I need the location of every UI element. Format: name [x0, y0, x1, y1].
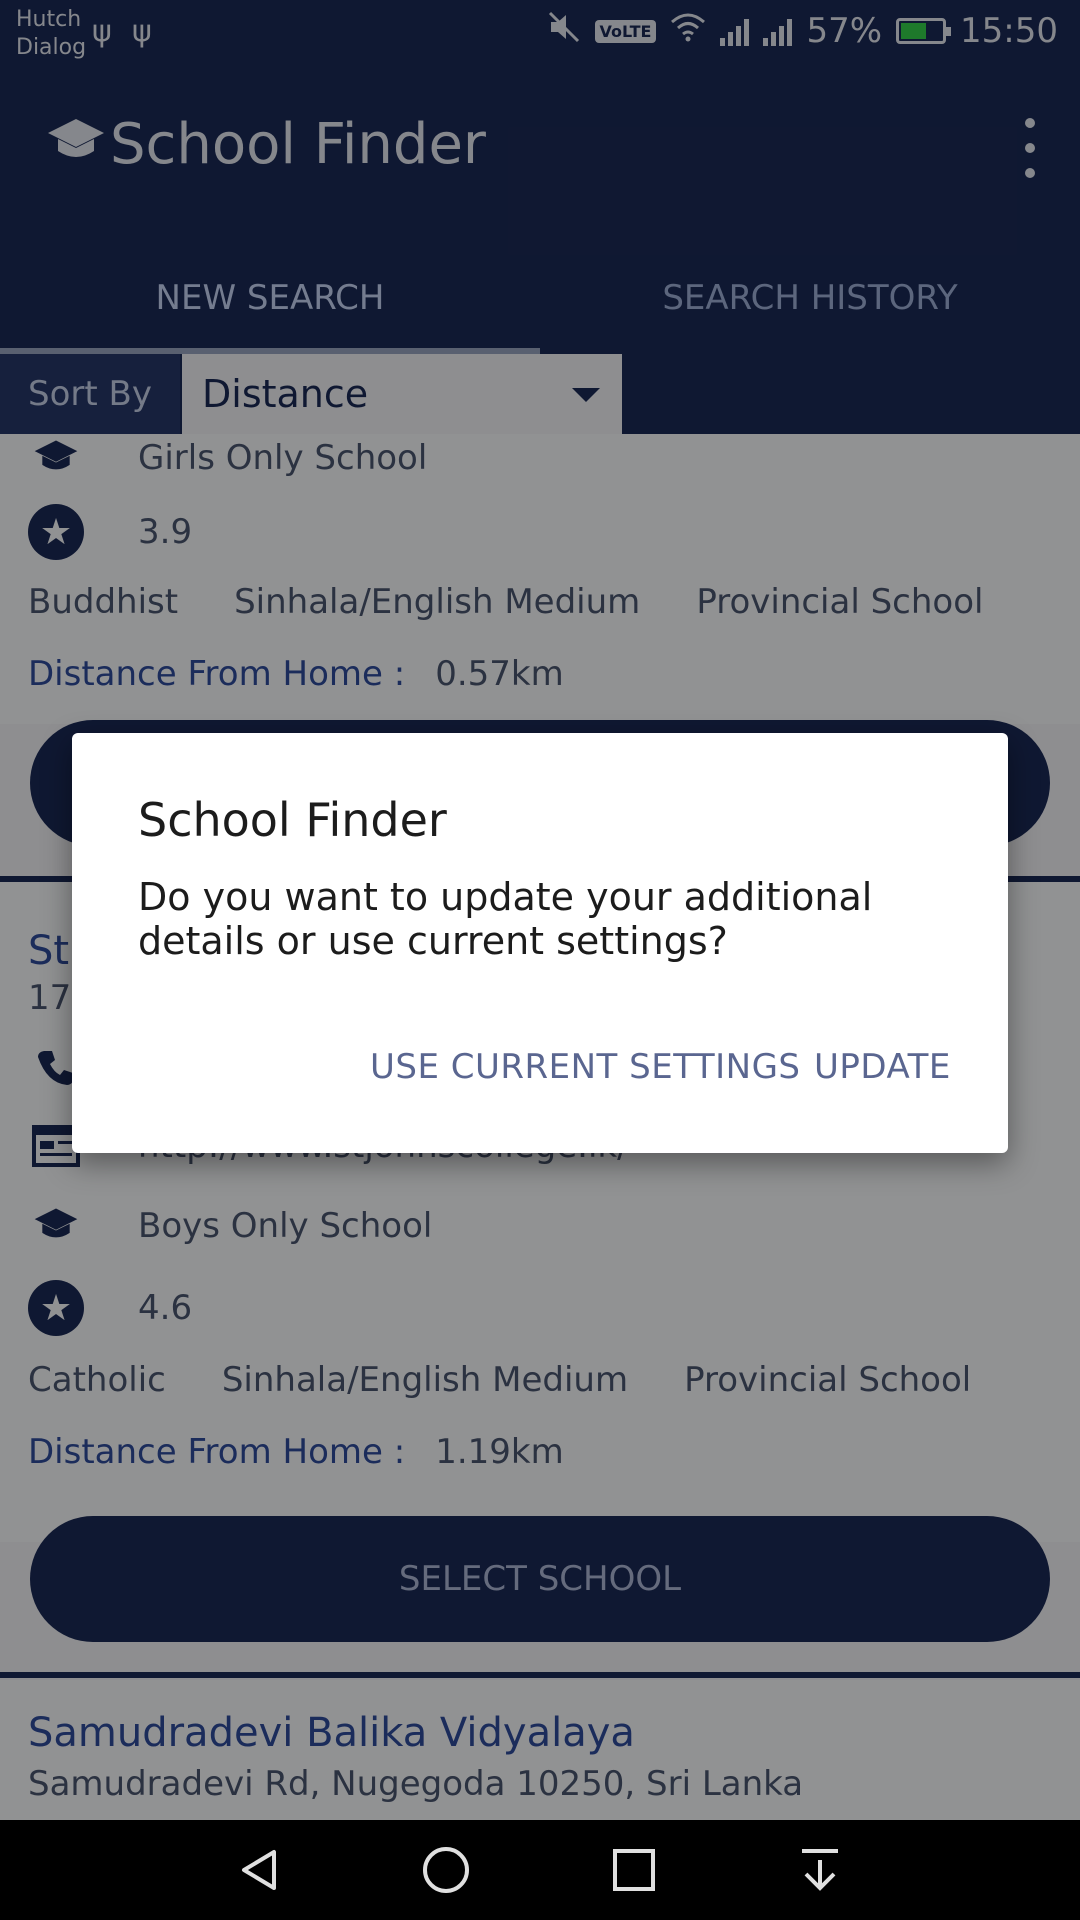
home-icon[interactable]: [416, 1840, 476, 1900]
dialog-title: School Finder: [138, 793, 447, 847]
system-nav-bar: [0, 1820, 1080, 1920]
notification-pull-icon[interactable]: [790, 1840, 850, 1900]
dialog-message: Do you want to update your additional de…: [138, 875, 873, 963]
back-icon[interactable]: [230, 1840, 290, 1900]
recents-icon[interactable]: [604, 1840, 664, 1900]
update-button[interactable]: UPDATE: [814, 1047, 951, 1087]
use-current-settings-button[interactable]: USE CURRENT SETTINGS: [370, 1047, 801, 1087]
update-settings-dialog: School Finder Do you want to update your…: [72, 733, 1008, 1153]
